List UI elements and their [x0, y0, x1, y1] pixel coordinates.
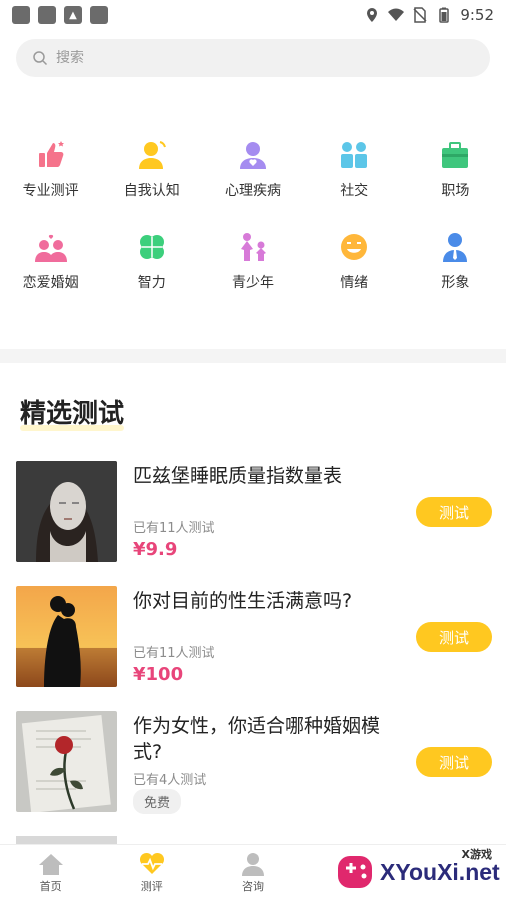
item-price: ¥9.9	[133, 539, 178, 560]
item-title: 匹兹堡睡眠质量指数量表	[133, 465, 343, 487]
no-sim-icon	[413, 7, 427, 23]
wifi-icon	[388, 8, 405, 21]
nav-home[interactable]: 首页	[0, 845, 101, 900]
free-badge: 免费	[133, 789, 182, 814]
category-label: 心理疾病	[224, 183, 281, 199]
category-emotion[interactable]: 情绪	[304, 230, 405, 292]
test-count: 已有4人测试	[133, 773, 207, 788]
notification-icon	[38, 6, 56, 24]
category-label: 智力	[137, 275, 166, 291]
watermark-text: XYouXi.net	[380, 858, 500, 885]
section-title: 精选测试	[20, 399, 125, 429]
test-count: 已有11人测试	[133, 646, 215, 661]
home-icon	[38, 852, 64, 876]
thumbnail-image	[16, 711, 117, 812]
category-professional[interactable]: 专业测评	[0, 138, 101, 200]
category-social[interactable]: 社交	[304, 138, 405, 200]
clover-icon	[135, 230, 169, 264]
thumbnail-image	[16, 461, 117, 562]
thumbnail-image	[16, 586, 117, 687]
couple-icon	[34, 230, 68, 264]
heartbeat-icon	[139, 852, 165, 876]
nav-consult[interactable]: 咨询	[202, 845, 303, 900]
list-item[interactable]: 你对目前的性生活满意吗? 已有11人测试 ¥100 测试	[16, 586, 492, 688]
item-title: 作为女性，你适合哪种婚姻模式?	[133, 715, 381, 763]
category-label: 青少年	[231, 275, 274, 291]
people-icon	[337, 138, 371, 172]
category-label: 恋爱婚姻	[22, 275, 79, 291]
category-label: 社交	[340, 183, 369, 199]
category-mental-illness[interactable]: 心理疾病	[202, 138, 303, 200]
item-price: ¥100	[133, 664, 184, 685]
item-title: 你对目前的性生活满意吗?	[133, 590, 353, 612]
test-button[interactable]: 测试	[416, 747, 492, 777]
businessman-icon	[438, 230, 472, 264]
battery-icon	[439, 7, 450, 23]
image-icon: ▲	[64, 6, 82, 24]
category-grid: 专业测评 自我认知 心理疾病 社交 职场 恋爱婚姻 智力 青少年 情绪 形象	[0, 138, 506, 292]
nav-label: 咨询	[242, 879, 264, 893]
test-count: 已有11人测试	[133, 521, 215, 536]
location-icon	[367, 8, 378, 22]
category-label: 职场	[441, 183, 470, 199]
notification-icon	[90, 6, 108, 24]
category-image[interactable]: 形象	[405, 230, 506, 292]
test-button[interactable]: 测试	[416, 622, 492, 652]
nav-label: 测评	[140, 879, 163, 893]
status-bar: ▲ 9:52	[0, 0, 506, 30]
category-intelligence[interactable]: 智力	[101, 230, 202, 292]
status-time: 9:52	[460, 6, 494, 24]
notification-icon	[12, 6, 30, 24]
search-bar[interactable]	[16, 39, 490, 77]
list-item[interactable]: 作为女性，你适合哪种婚姻模式? 已有4人测试 免费 测试	[16, 711, 492, 814]
thumbs-up-icon	[34, 138, 68, 172]
person-icon	[135, 138, 169, 172]
category-label: 自我认知	[123, 183, 180, 199]
category-love-marriage[interactable]: 恋爱婚姻	[0, 230, 101, 292]
search-icon	[33, 51, 48, 66]
gamepad-logo-icon	[338, 856, 372, 888]
category-teenager[interactable]: 青少年	[202, 230, 303, 292]
nav-tests[interactable]: 测评	[101, 845, 202, 900]
smile-icon	[337, 230, 371, 264]
test-button[interactable]: 测试	[416, 497, 492, 527]
search-input[interactable]	[56, 50, 436, 66]
category-workplace[interactable]: 职场	[405, 138, 506, 200]
watermark: XYouXi.net X游戏	[334, 844, 506, 900]
category-self-awareness[interactable]: 自我认知	[101, 138, 202, 200]
person-heart-icon	[236, 138, 270, 172]
briefcase-icon	[438, 138, 472, 172]
nav-label: 首页	[39, 879, 62, 893]
category-label: 形象	[441, 275, 470, 291]
section-divider	[0, 349, 506, 363]
list-item[interactable]: 匹兹堡睡眠质量指数量表 已有11人测试 ¥9.9 测试	[16, 461, 492, 563]
family-icon	[236, 230, 270, 264]
category-label: 专业测评	[22, 183, 79, 199]
consultant-icon	[240, 852, 266, 876]
watermark-small-text: X游戏	[461, 848, 492, 861]
category-label: 情绪	[340, 275, 369, 291]
